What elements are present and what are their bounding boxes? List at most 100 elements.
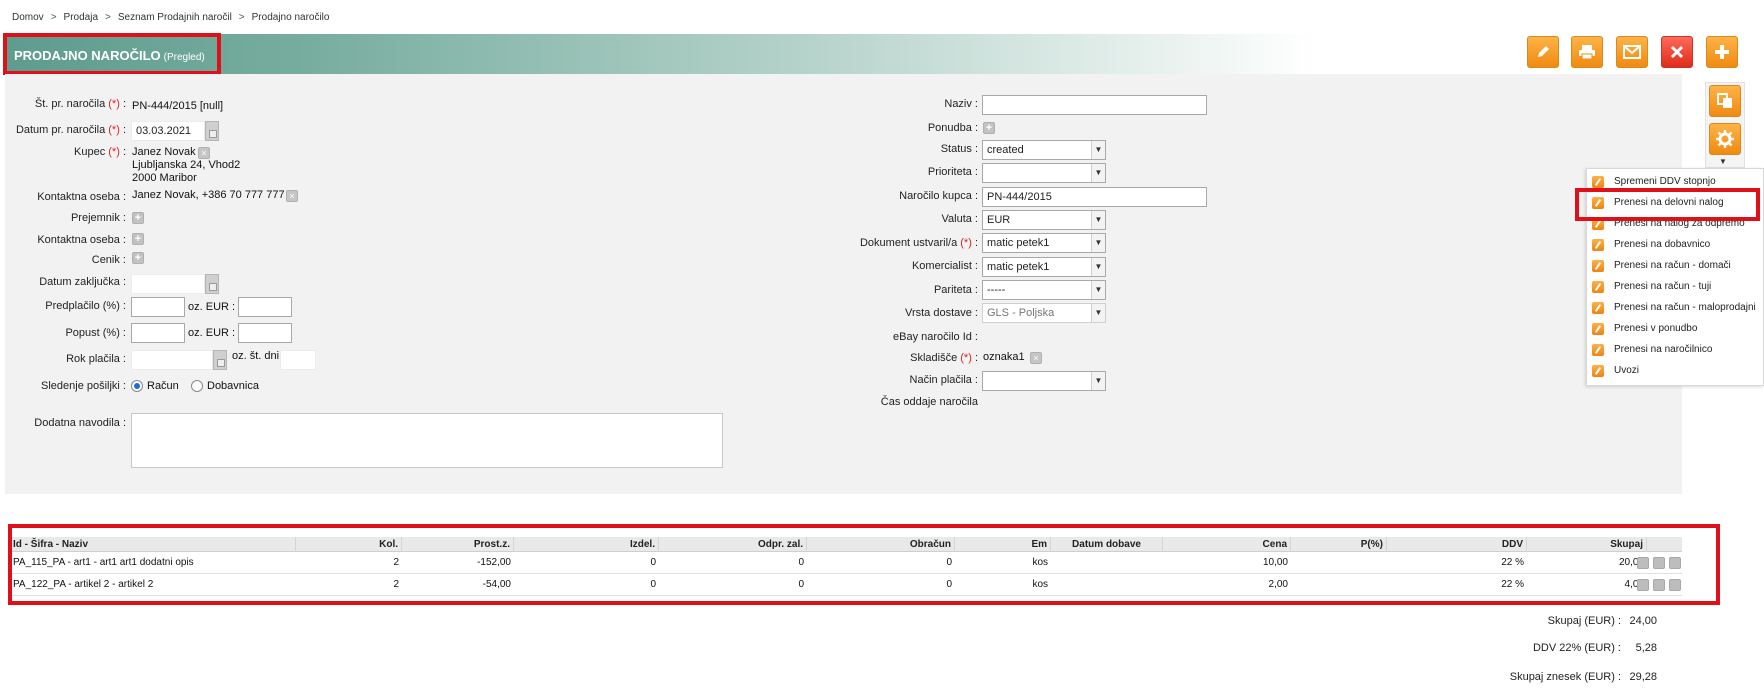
tracking-delivery-label: Dobavnica [207, 380, 259, 392]
buyer-name: Janez Novak [132, 146, 196, 158]
edit-icon [1592, 365, 1604, 377]
payment-method-label: Način plačila : [909, 374, 978, 386]
order-time-label: Čas oddaje naročila [880, 396, 978, 408]
add-contact-icon[interactable]: + [132, 233, 144, 245]
chevron-down-icon: ▼ [1091, 258, 1105, 276]
mail-icon [1623, 45, 1641, 59]
breadcrumb-current: Prodajno naročilo [251, 12, 330, 23]
edit-icon [1592, 302, 1604, 314]
add-icon [1715, 45, 1729, 59]
discount-eur-input[interactable] [238, 323, 292, 343]
discount-percent-input[interactable] [131, 323, 185, 343]
delete-button[interactable] [1661, 36, 1693, 68]
chevron-down-icon: ▼ [1091, 234, 1105, 252]
calendar-icon[interactable] [205, 274, 219, 294]
sum-value: 24,00 [1629, 615, 1657, 627]
payment-method-select[interactable]: ▼ [982, 371, 1106, 391]
mail-button[interactable] [1616, 36, 1648, 68]
menu-item-purchase-order[interactable]: Prenesi na naročilnico [1587, 340, 1763, 361]
vat-value: 5,28 [1635, 642, 1657, 654]
clear-buyer-icon[interactable]: × [198, 147, 210, 159]
shipping-select[interactable]: GLS - Poljska ▼ [982, 303, 1106, 323]
order-date-label: Datum pr. naročila (*) : [15, 124, 126, 136]
menu-item-offer[interactable]: Prenesi v ponudbo [1587, 319, 1763, 340]
chevron-down-icon: ▼ [1091, 164, 1105, 182]
edit-button[interactable] [1527, 36, 1559, 68]
payment-days-input[interactable] [280, 350, 316, 370]
prepayment-eur-input[interactable] [238, 297, 292, 317]
calendar-icon[interactable] [213, 350, 227, 370]
order-date-field[interactable]: 03.03.2021 [131, 121, 205, 141]
menu-item-invoice-foreign[interactable]: Prenesi na račun - tuji [1587, 277, 1763, 298]
chevron-down-icon: ▼ [1091, 141, 1105, 159]
parity-select[interactable]: ----- ▼ [982, 280, 1106, 300]
created-by-label: Dokument ustvaril/a (*) : [859, 237, 978, 249]
clear-contact-icon[interactable]: × [286, 190, 298, 202]
edit-icon [1592, 281, 1604, 293]
breadcrumb-home[interactable]: Domov [12, 12, 44, 23]
status-select[interactable]: created ▼ [982, 140, 1106, 160]
contact-value: Janez Novak, +386 70 777 777 [132, 189, 285, 201]
breadcrumb: Domov > Prodaja > Seznam Prodajnih naročil > P… [12, 12, 330, 23]
menu-item-invoice-domestic[interactable]: Prenesi na račun - domači [1587, 256, 1763, 277]
discount-eur-label: oz. EUR : [188, 327, 236, 339]
close-date-field[interactable] [131, 274, 205, 294]
vat-label: DDV 22% (EUR) : [1532, 642, 1621, 654]
add-button[interactable] [1706, 36, 1738, 68]
calendar-icon[interactable] [205, 121, 219, 141]
recipient-label: Prejemnik : [70, 212, 126, 224]
breadcrumb-order-list[interactable]: Seznam Prodajnih naročil [118, 12, 232, 23]
gear-icon [1716, 130, 1734, 148]
grand-total-label: Skupaj znesek (EUR) : [1509, 671, 1621, 683]
copy-icon [1717, 93, 1732, 108]
created-by-select[interactable]: matic petek1 ▼ [982, 233, 1106, 253]
close-date-label: Datum zaključka : [39, 276, 126, 288]
clear-warehouse-icon[interactable]: × [1030, 352, 1042, 364]
status-label: Status : [940, 143, 978, 155]
currency-select[interactable]: EUR ▼ [982, 210, 1106, 230]
tracking-delivery-radio[interactable] [191, 380, 203, 392]
print-button[interactable] [1571, 36, 1603, 68]
chevron-down-icon[interactable]: ▼ [1719, 157, 1727, 166]
add-recipient-icon[interactable]: + [132, 212, 144, 224]
buyer-label: Kupec (*) : [74, 146, 126, 158]
name-input[interactable] [982, 95, 1207, 115]
menu-item-invoice-retail[interactable]: Prenesi na račun - maloprodajni [1587, 298, 1763, 319]
notes-label: Dodatna navodila : [34, 417, 126, 429]
chevron-down-icon: ▼ [1091, 304, 1105, 322]
chevron-down-icon: ▼ [1091, 281, 1105, 299]
offer-label: Ponudba : [927, 122, 978, 134]
commercial-select[interactable]: matic petek1 ▼ [982, 257, 1106, 277]
priority-select[interactable]: ▼ [982, 163, 1106, 183]
payment-days-label: oz. št. dni [232, 350, 280, 362]
buyer-order-input[interactable]: PN-444/2015 [982, 187, 1207, 207]
order-no-label: Št. pr. naročila (*) : [34, 98, 126, 110]
copy-button[interactable] [1709, 85, 1741, 117]
payment-term-field[interactable] [131, 350, 213, 370]
title-highlight [3, 33, 221, 75]
add-pricelist-icon[interactable]: + [132, 252, 144, 264]
menu-item-import[interactable]: Uvozi [1587, 361, 1763, 382]
name-label: Naziv : [944, 98, 978, 110]
currency-label: Valuta : [941, 213, 979, 225]
parity-label: Pariteta : [933, 284, 978, 296]
menu-item-delivery-note[interactable]: Prenesi na dobavnico [1587, 235, 1763, 256]
breadcrumb-sales[interactable]: Prodaja [64, 12, 98, 23]
notes-textarea[interactable] [131, 413, 723, 468]
prepayment-percent-input[interactable] [131, 297, 185, 317]
chevron-down-icon: ▼ [1091, 372, 1105, 390]
edit-icon [1592, 239, 1604, 251]
tracking-invoice-label: Račun [147, 380, 179, 392]
tracking-label: Sledenje pošiljki : [41, 380, 126, 392]
edit-icon [1592, 176, 1604, 188]
sum-label: Skupaj (EUR) : [1547, 615, 1621, 627]
discount-label: Popust (%) : [65, 327, 126, 339]
add-offer-icon[interactable]: + [983, 122, 995, 134]
table-highlight [8, 524, 1720, 605]
grand-total-value: 29,28 [1629, 671, 1657, 683]
print-icon [1579, 45, 1595, 60]
settings-button[interactable] [1709, 123, 1741, 155]
order-no-value: PN-444/2015 [null] [132, 100, 224, 112]
tracking-invoice-radio[interactable] [131, 380, 143, 392]
edit-icon [1538, 46, 1549, 57]
